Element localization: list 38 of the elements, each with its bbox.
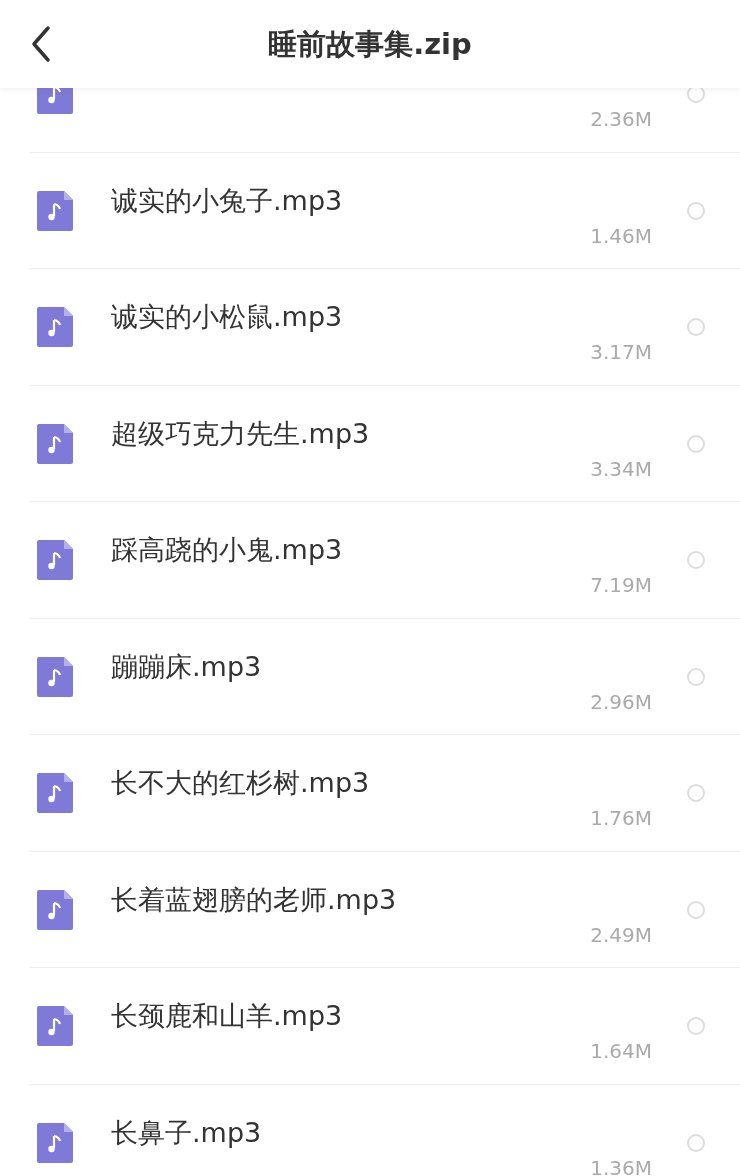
file-name: 长鼻子.mp3 [111,1115,262,1150]
radio-button[interactable] [687,784,705,802]
file-name: 诚实的小兔子.mp3 [111,183,343,218]
radio-button[interactable] [687,318,705,336]
file-size: 1.64M [590,1038,652,1065]
file-name: 诚实的小松鼠.mp3 [111,300,343,334]
music-file-icon [37,889,73,930]
radio-button[interactable] [687,434,705,453]
file-name: 超级巧克力先生.mp3 [111,416,370,451]
file-size: 2.36M [590,106,652,133]
file-name: 踩高跷的小鬼.mp3 [111,533,343,567]
radio-button[interactable] [687,1017,705,1035]
music-file-icon [37,656,73,697]
file-name: 蹦蹦床.mp3 [111,649,262,684]
file-name: 长着蓝翅膀的老师.mp3 [111,882,397,917]
file-size: 7.19M [590,572,652,599]
radio-button[interactable] [687,551,705,569]
music-file-icon [37,773,73,813]
radio-button[interactable] [687,667,705,686]
window-title: 睡前故事集.zip [267,26,473,63]
music-file-icon [37,190,73,231]
radio-button[interactable] [687,201,705,220]
file-size: 1.36M [590,1154,652,1176]
file-size: 3.34M [590,455,652,483]
music-file-icon [37,1006,73,1046]
music-file-icon [37,307,73,347]
file-size: 3.17M [590,339,652,366]
file-name: 长不大的红杉树.mp3 [111,766,370,800]
music-file-icon [37,1122,73,1163]
music-file-icon [37,423,73,464]
music-file-icon [37,540,73,580]
radio-button[interactable] [687,1133,705,1152]
file-size: 1.46M [590,222,652,250]
file-size: 2.49M [590,921,652,949]
file-size: 2.96M [590,688,652,716]
radio-button[interactable] [687,900,705,919]
file-size: 1.76M [590,805,652,832]
file-name: 长颈鹿和山羊.mp3 [111,999,343,1033]
